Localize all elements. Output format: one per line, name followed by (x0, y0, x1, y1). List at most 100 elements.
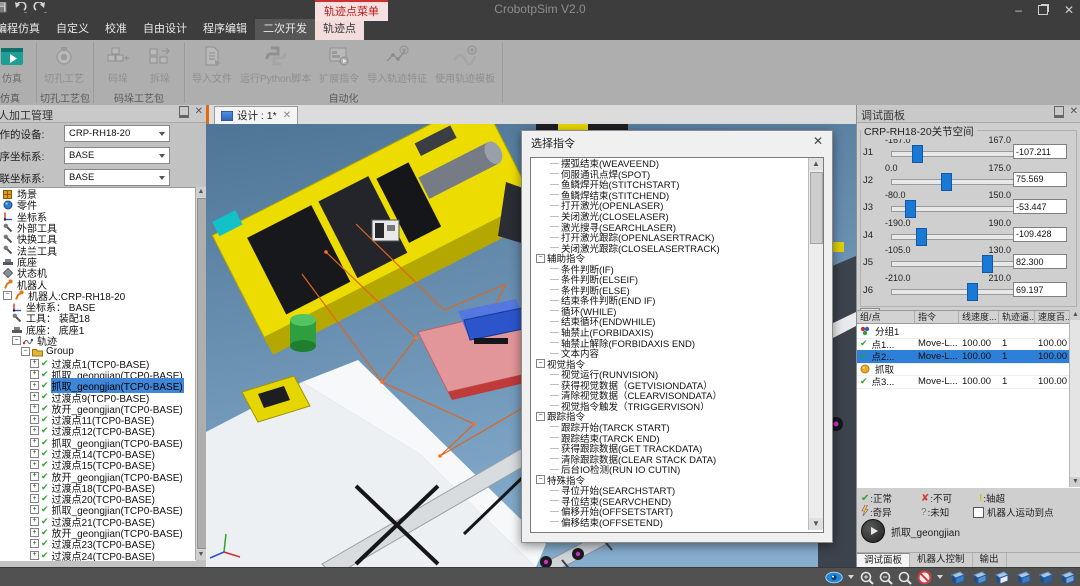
tree-item[interactable]: 底座： 底座1 (0, 324, 196, 335)
pin-icon[interactable] (179, 106, 189, 118)
dialog-scrollbar[interactable]: ▲ ▼ (808, 158, 823, 530)
ribbon-button[interactable]: 仿真 (0, 40, 33, 85)
ribbon-button[interactable]: 扩展指令 (315, 40, 363, 85)
restore-button[interactable] (1038, 5, 1048, 15)
zoom-out-icon[interactable] (879, 571, 893, 585)
menu-tab-trajectory-point[interactable]: 轨迹点 (315, 19, 364, 40)
ribbon-button[interactable]: 运行Python脚本 (236, 40, 315, 85)
expand-icon[interactable]: + (30, 392, 39, 401)
column-header[interactable]: 组/点 (857, 311, 915, 324)
joint-slider[interactable] (891, 179, 1015, 185)
eye-icon[interactable] (825, 571, 843, 584)
joint-value-input[interactable] (1013, 144, 1067, 159)
joint-value-input[interactable] (1013, 199, 1067, 214)
slider-handle[interactable] (982, 255, 993, 273)
scroll-up-icon[interactable]: ▲ (809, 158, 823, 170)
panel-tab[interactable]: 机器人控制 (910, 553, 973, 567)
slider-handle[interactable] (941, 173, 952, 191)
column-header[interactable]: 速度百... (1035, 311, 1070, 324)
design-tab[interactable]: 设计 : 1* ✕ (214, 106, 298, 124)
column-header[interactable]: 指令 (915, 311, 959, 324)
dropdown[interactable]: CRP-RH18-20 (64, 125, 170, 142)
pin-icon[interactable] (1054, 106, 1064, 118)
menu-tab[interactable]: 程序编辑 (195, 19, 255, 40)
ribbon-button[interactable]: 拆垛 (139, 40, 181, 85)
menu-tab[interactable]: 自定义 (48, 19, 97, 40)
collapse-icon[interactable]: − (536, 412, 545, 421)
joint-value-input[interactable] (1013, 282, 1067, 297)
expand-icon[interactable]: + (30, 494, 39, 503)
ribbon-button[interactable]: 码垛 (97, 40, 139, 85)
column-header[interactable]: 轨迹逼... (999, 311, 1035, 324)
expand-icon[interactable]: + (30, 505, 39, 514)
slider-handle[interactable] (916, 228, 927, 246)
expand-icon[interactable]: + (30, 539, 39, 548)
dropdown[interactable]: BASE (64, 147, 170, 164)
expand-icon[interactable]: + (30, 404, 39, 413)
expand-icon[interactable]: + (30, 370, 39, 379)
cube-bottom-icon[interactable] (1059, 570, 1076, 585)
collapse-icon[interactable]: − (12, 336, 21, 345)
ribbon-button[interactable]: 使用轨迹模板 (431, 40, 499, 85)
cube-front-icon[interactable] (971, 570, 988, 585)
slider-handle[interactable] (912, 145, 923, 163)
command-item[interactable]: 偏移结束(OFFSETEND) (531, 517, 823, 528)
joint-slider[interactable] (891, 151, 1015, 157)
joint-value-input[interactable] (1013, 254, 1067, 269)
cube-iso-icon[interactable] (949, 570, 966, 585)
panel-tab[interactable]: 调试面板 (857, 553, 910, 567)
cube-top-icon[interactable] (1037, 570, 1054, 585)
caret-icon[interactable] (848, 575, 855, 580)
dropdown[interactable]: BASE (64, 169, 170, 186)
dialog-title-bar[interactable]: 选择指令 ✕ (522, 131, 832, 153)
expand-icon[interactable]: + (30, 359, 39, 368)
caret-icon[interactable] (937, 575, 944, 580)
close-icon[interactable]: ✕ (1070, 106, 1078, 118)
slider-handle[interactable] (967, 283, 978, 301)
joint-value-input[interactable] (1013, 172, 1067, 187)
tree-scrollbar[interactable]: ▲ ▼ (195, 187, 206, 560)
tree-item[interactable]: −轨迹 (0, 335, 196, 346)
play-button[interactable] (861, 519, 885, 543)
menu-tab[interactable]: 校准 (97, 19, 135, 40)
scroll-down-icon[interactable]: ▼ (1070, 477, 1080, 487)
expand-icon[interactable]: + (30, 460, 39, 469)
ribbon-button[interactable]: 切孔工艺 (40, 40, 88, 85)
scroll-up-icon[interactable]: ▲ (196, 187, 206, 197)
expand-icon[interactable]: + (30, 472, 39, 481)
slider-handle[interactable] (905, 200, 916, 218)
table-row[interactable]: ✔点3...Move-L...100.001100.00 (857, 375, 1070, 389)
expand-icon[interactable]: + (30, 483, 39, 492)
expand-icon[interactable]: + (30, 517, 39, 526)
close-tab-icon[interactable]: ✕ (283, 110, 291, 121)
no-entry-icon[interactable] (917, 570, 932, 585)
collapse-icon[interactable]: − (3, 291, 12, 300)
zoom-fit-icon[interactable] (898, 571, 912, 585)
expand-icon[interactable]: + (30, 415, 39, 424)
panel-tab[interactable]: 输出 (973, 553, 1007, 567)
ribbon-button[interactable]: 导入文件 (188, 40, 236, 85)
scroll-up-icon[interactable]: ▲ (1070, 310, 1080, 320)
collapse-icon[interactable]: − (536, 359, 545, 368)
cube-side-icon[interactable] (993, 570, 1010, 585)
dialog-close-icon[interactable]: ✕ (813, 134, 823, 148)
expand-icon[interactable]: + (30, 438, 39, 447)
joint-value-input[interactable] (1013, 227, 1067, 242)
menu-tab[interactable]: 二次开发 (255, 19, 315, 40)
trajectory-point-menu-popup[interactable]: 轨迹点菜单 (315, 0, 388, 21)
joint-slider[interactable] (891, 261, 1015, 267)
expand-icon[interactable]: + (30, 551, 39, 560)
expand-icon[interactable]: + (30, 528, 39, 537)
joint-slider[interactable] (891, 234, 1015, 240)
checkbox[interactable] (973, 507, 984, 518)
menu-tab[interactable]: 编程仿真 (0, 19, 48, 40)
tree-item[interactable]: +✔过渡点24(TCP0-BASE) (0, 550, 196, 561)
collapse-icon[interactable]: − (536, 254, 545, 263)
collapse-icon[interactable]: − (21, 347, 30, 356)
table-scrollbar[interactable]: ▲ ▼ (1069, 310, 1080, 487)
collapse-icon[interactable]: − (536, 475, 545, 484)
expand-icon[interactable]: + (30, 381, 39, 390)
close-button[interactable]: ✕ (1064, 3, 1074, 17)
scroll-down-icon[interactable]: ▼ (809, 518, 823, 530)
close-icon[interactable]: ✕ (195, 106, 203, 118)
